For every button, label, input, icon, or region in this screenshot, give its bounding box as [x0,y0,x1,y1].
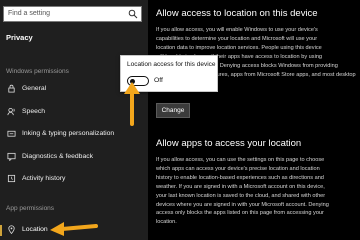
selection-indicator [0,225,2,236]
description-line: weather. If you are signed in with a Mic… [156,183,325,190]
search-input[interactable]: Find a setting [8,10,50,17]
toggle-state-label: Off [154,77,163,84]
sidebar-item-label: Diagnostics & feedback [22,153,94,160]
feedback-icon [7,152,16,161]
description-line: capabilities to determine your location … [156,35,318,42]
history-icon [7,174,16,183]
flyout-title: Location access for this device [127,61,216,68]
description-line: history to enable location-based experie… [156,174,324,181]
description-line: which apps can access your device's prec… [156,165,320,172]
section-title-app-location: Allow apps to access your location [156,138,302,149]
sidebar-item-label: Inking & typing personalization [22,130,115,137]
sidebar-item-label: Location [22,226,48,233]
search-icon[interactable] [128,9,138,19]
sidebar-item-activity[interactable]: Activity history [0,170,148,188]
page-title: Privacy [6,33,33,42]
lock-icon [8,84,15,93]
location-access-toggle[interactable] [127,76,149,86]
sidebar-item-label: General [22,85,47,92]
speech-icon [7,107,15,116]
sidebar-item-speech[interactable]: Speech [0,103,148,121]
settings-window: Find a setting Privacy Windows permissio… [0,0,360,240]
description-line: devices where you are signed in with you… [156,201,329,208]
description-line: your last known location is saved to the… [156,192,326,199]
location-icon [8,225,15,234]
sidebar-item-location[interactable]: Location [0,221,148,239]
sidebar-item-diagnostics[interactable]: Diagnostics & feedback [0,148,148,166]
search-box[interactable]: Find a setting [3,6,142,22]
sidebar-item-inking[interactable]: Inking & typing personalization [0,125,148,143]
description-line: If you allow access, you can use the set… [156,157,325,163]
sidebar: Find a setting Privacy Windows permissio… [0,0,148,240]
pen-icon [7,130,16,137]
description-line: location data to improve location servic… [156,44,322,51]
windows-permissions-label: Windows permissions [6,68,69,75]
main-content: Allow access to location on this device … [148,0,360,240]
change-button[interactable]: Change [156,103,190,118]
description-line: access only blocks the apps listed on th… [156,210,324,217]
sidebar-item-label: Activity history [22,175,66,182]
sidebar-item-label: Speech [22,108,46,115]
section-title-device-location: Allow access to location on this device [156,8,318,19]
section-description-app-location: If you allow access, you can use the set… [156,156,356,227]
toggle-knob [130,78,135,84]
description-line: location. [156,219,177,226]
location-access-flyout: Location access for this device Off [120,55,218,92]
description-line: If you allow access, you will enable Win… [156,27,318,33]
app-permissions-label: App permissions [6,205,55,212]
